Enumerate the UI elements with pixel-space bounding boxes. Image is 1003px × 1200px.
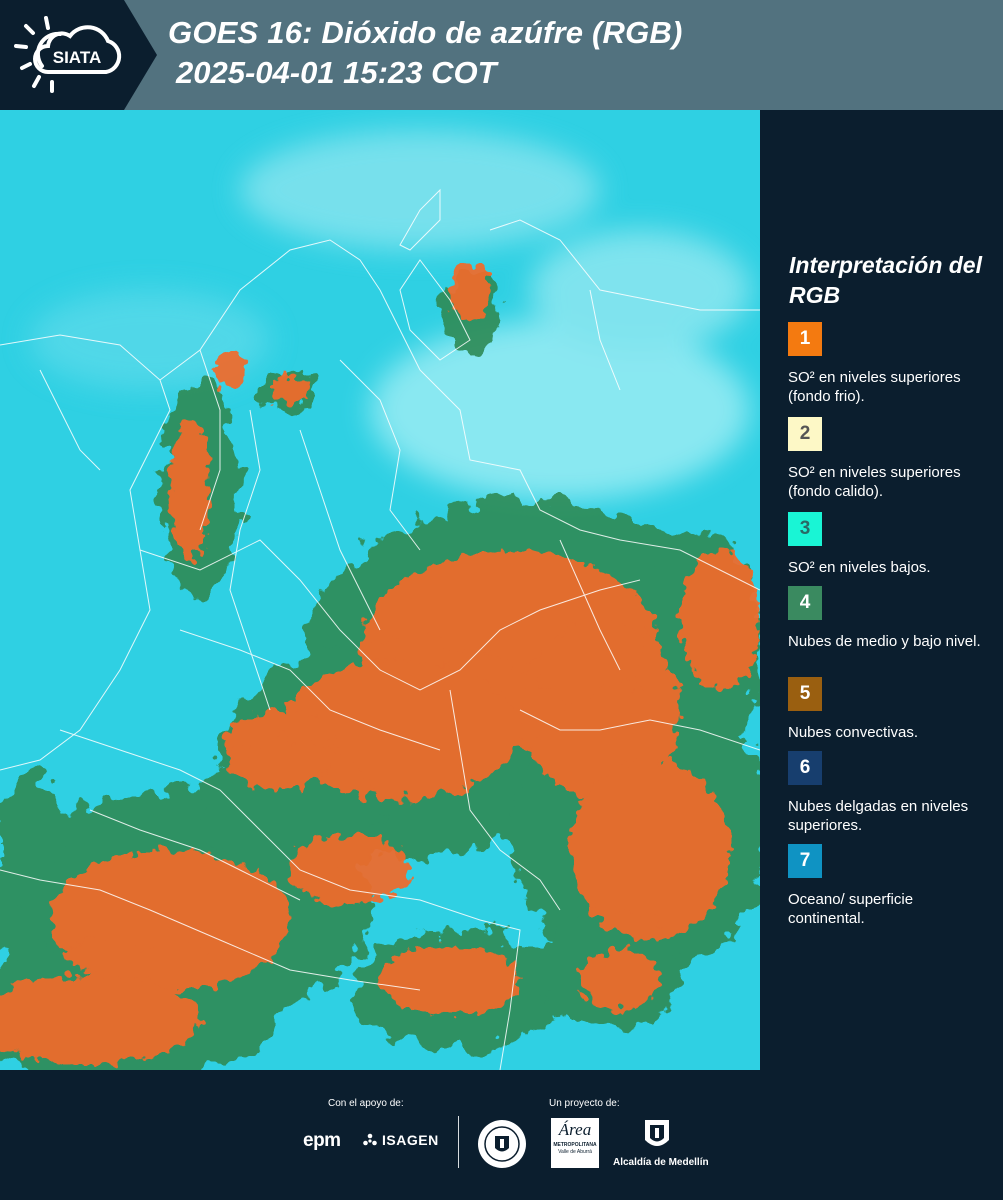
area-metropolitana-logo: Área METROPOLITANA Valle de Aburrá bbox=[551, 1118, 599, 1168]
legend-swatch-3: 3 bbox=[788, 512, 822, 546]
area-logo-text: Área bbox=[558, 1120, 592, 1139]
legend-swatch-6: 6 bbox=[788, 751, 822, 785]
isagen-text: ISAGEN bbox=[382, 1132, 439, 1148]
support-label: Con el apoyo de: bbox=[328, 1098, 404, 1109]
epm-logo: epm bbox=[303, 1130, 341, 1151]
legend-label-7: Oceano/ superficie continental. bbox=[788, 891, 914, 927]
legend-item-6: 6 Nubes delgadas en niveles superiores. bbox=[788, 751, 993, 835]
legend-panel: Interpretación del RGB 1 SO² en niveles … bbox=[760, 110, 1003, 1070]
isagen-icon bbox=[363, 1133, 377, 1146]
legend-swatch-4: 4 bbox=[788, 586, 822, 620]
legend-swatch-2: 2 bbox=[788, 417, 822, 451]
page-title: GOES 16: Dióxido de azúfre (RGB) bbox=[168, 15, 683, 50]
footer: Con el apoyo de: Un proyecto de: epm ISA… bbox=[0, 1070, 1003, 1200]
legend-label-1: SO² en niveles superiores (fondo frio). bbox=[788, 369, 961, 405]
legend-item-2: 2 SO² en niveles superiores (fondo calid… bbox=[788, 417, 993, 501]
legend-item-4: 4 Nubes de medio y bajo nivel. bbox=[788, 586, 993, 651]
legend-item-7: 7 Oceano/ superficie continental. bbox=[788, 844, 993, 928]
legend-swatch-1: 1 bbox=[788, 322, 822, 356]
area-logo-subtext-2: Valle de Aburrá bbox=[558, 1149, 592, 1155]
legend-label-6: Nubes delgadas en niveles superiores. bbox=[788, 798, 969, 834]
page-timestamp: 2025-04-01 15:23 COT bbox=[176, 55, 497, 90]
legend-label-4: Nubes de medio y bajo nivel. bbox=[788, 633, 981, 650]
legend-swatch-5: 5 bbox=[788, 677, 822, 711]
footer-divider bbox=[458, 1116, 459, 1168]
legend-label-3: SO² en niveles bajos. bbox=[788, 559, 931, 576]
legend-label-5: Nubes convectivas. bbox=[788, 724, 919, 741]
siata-sun-cloud-icon: SIATA bbox=[14, 16, 122, 93]
area-logo-subtext: METROPOLITANA bbox=[553, 1142, 597, 1148]
rgb-satellite-image bbox=[0, 110, 760, 1070]
legend-title: Interpretación del RGB bbox=[789, 252, 982, 308]
legend-item-5: 5 Nubes convectivas. bbox=[788, 677, 993, 742]
alcaldia-logo-text: Alcaldía de Medellín bbox=[613, 1157, 709, 1168]
project-label: Un proyecto de: bbox=[549, 1098, 620, 1109]
siata-logo: SIATA bbox=[0, 0, 157, 110]
satellite-map bbox=[0, 110, 760, 1070]
alcaldia-shield-icon bbox=[645, 1120, 669, 1146]
legend-item-3: 3 SO² en niveles bajos. bbox=[788, 512, 993, 577]
isagen-logo: ISAGEN bbox=[362, 1132, 439, 1148]
header-bar: SIATA GOES 16: Dióxido de azúfre (RGB) 2… bbox=[0, 0, 1003, 110]
legend-item-1: 1 SO² en niveles superiores (fondo frio)… bbox=[788, 322, 993, 406]
medellin-seal-icon bbox=[478, 1120, 526, 1168]
legend-swatch-7: 7 bbox=[788, 844, 822, 878]
siata-logo-text: SIATA bbox=[53, 48, 101, 67]
legend-label-2: SO² en niveles superiores (fondo calido)… bbox=[788, 464, 961, 500]
